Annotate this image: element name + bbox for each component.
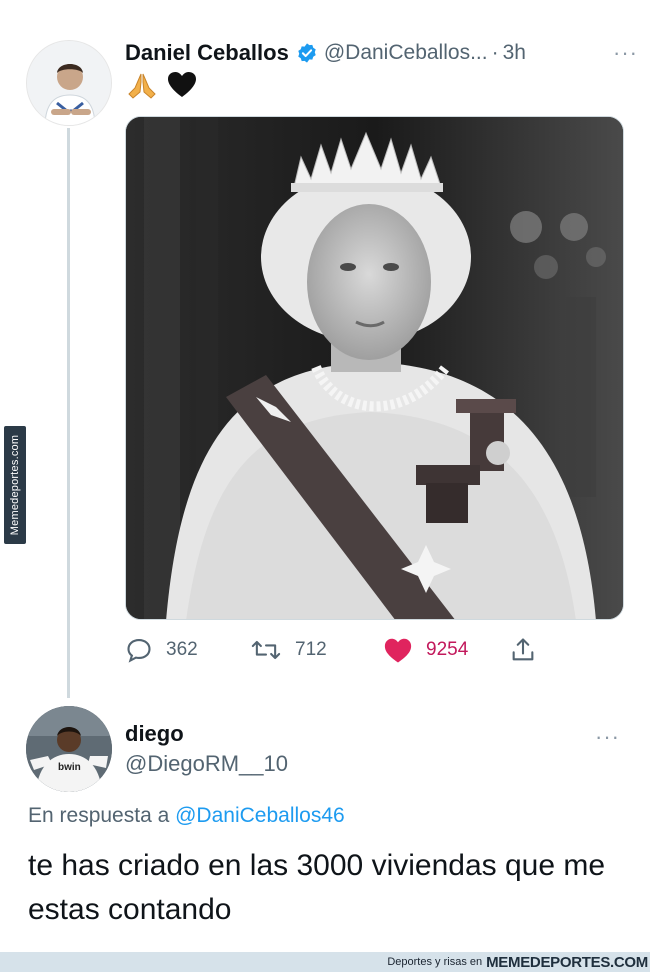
footer-watermark: Deportes y risas en MEMEDEPORTES.COM [0, 952, 650, 972]
like-count: 9254 [426, 639, 469, 660]
reply-button[interactable]: 362 [125, 630, 198, 670]
tweet-photo[interactable] [125, 116, 624, 620]
photo-portrait-image [126, 117, 623, 619]
footer-text: Deportes y risas en [387, 956, 483, 968]
reply-avatar-image: bwin [26, 706, 112, 792]
tweet-header: Daniel Ceballos @DaniCeballos... · 3h ··… [125, 38, 638, 68]
tweet-timestamp[interactable]: 3h [503, 41, 526, 65]
author-handle[interactable]: @DaniCeballos... [324, 41, 488, 65]
svg-text:bwin: bwin [58, 762, 81, 773]
author-avatar[interactable] [26, 40, 112, 126]
side-watermark-text: Memedeportes.com [9, 434, 21, 536]
share-button[interactable] [509, 630, 537, 670]
heart-icon [384, 638, 412, 663]
share-icon [512, 638, 534, 661]
side-watermark: Memedeportes.com [4, 426, 26, 544]
black-heart-emoji [167, 71, 197, 104]
like-button[interactable]: 9254 [383, 630, 468, 670]
reply-author-avatar[interactable]: bwin [26, 706, 112, 792]
author-avatar-image [27, 41, 111, 125]
reply-more-icon[interactable]: ··· [595, 724, 620, 750]
retweet-button[interactable]: 712 [250, 630, 327, 670]
footer-brand: MEMEDEPORTES.COM [486, 953, 648, 971]
replying-prefix: En respuesta a [28, 804, 170, 827]
tweet-actions: 362 712 9254 [125, 630, 545, 670]
retweet-count: 712 [295, 639, 327, 660]
replying-to-mention[interactable]: @DaniCeballos46 [175, 804, 345, 827]
author-name[interactable]: Daniel Ceballos [125, 40, 289, 66]
reply-count: 362 [166, 639, 198, 660]
verified-badge-icon [296, 42, 318, 64]
reply-text: te has criado en las 3000 viviendas que … [28, 849, 606, 926]
replying-to-line: En respuesta a @DaniCeballos46 [28, 804, 345, 828]
reply-author-name[interactable]: diego [125, 721, 184, 747]
folded-hands-emoji [125, 70, 159, 105]
retweet-icon [251, 640, 281, 660]
tweet-more-icon[interactable]: ··· [613, 40, 638, 66]
tweet-text [125, 70, 197, 105]
header-separator: · [491, 41, 499, 64]
thread-connector-line [67, 128, 70, 698]
reply-icon [127, 639, 151, 663]
reply-author-handle[interactable]: @DiegoRM__10 [125, 751, 288, 777]
